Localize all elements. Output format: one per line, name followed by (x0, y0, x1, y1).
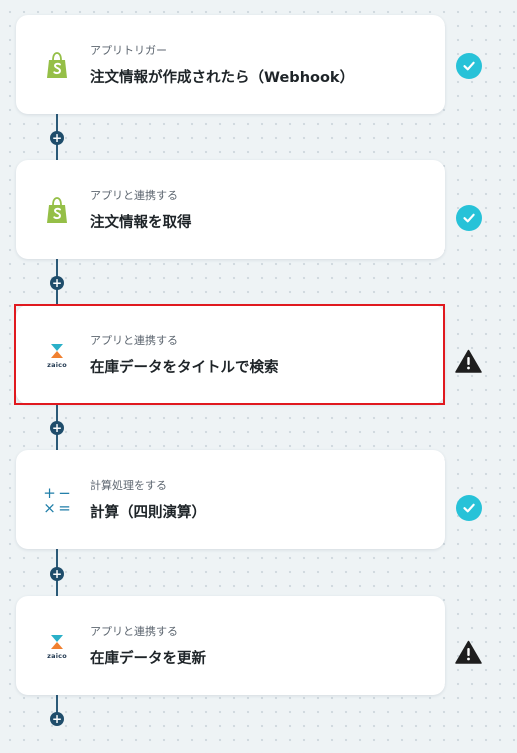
step-title: 在庫データをタイトルで検索 (90, 360, 279, 376)
step-card-calculation[interactable]: + − × = 計算処理をする 計算（四則演算） (16, 450, 445, 549)
status-complete (455, 204, 482, 231)
warning-icon (455, 349, 482, 373)
zaico-logo-text: zaico (47, 361, 67, 369)
shopify-icon (42, 196, 72, 226)
step-card-trigger[interactable]: アプリトリガー 注文情報が作成されたら（Webhook） (16, 15, 445, 114)
zaico-icon: zaico (42, 341, 72, 371)
step-category-label: アプリトリガー (90, 44, 167, 57)
step-card-get-order[interactable]: アプリと連携する 注文情報を取得 (16, 160, 445, 259)
check-icon (455, 52, 482, 79)
status-warning (455, 347, 482, 374)
status-warning (455, 638, 482, 665)
add-step-button[interactable]: + (50, 712, 64, 726)
status-complete (455, 494, 482, 521)
check-icon (455, 494, 482, 521)
warning-icon (455, 640, 482, 664)
step-title: 計算（四則演算） (90, 505, 206, 521)
step-title: 注文情報を取得 (90, 215, 192, 231)
step-title: 在庫データを更新 (90, 651, 206, 667)
equals-symbol: = (58, 499, 71, 517)
add-step-button[interactable]: + (50, 276, 64, 290)
zaico-logo-text: zaico (47, 652, 67, 660)
calculator-icon: + − × = (42, 486, 72, 516)
step-card-update-inventory[interactable]: zaico アプリと連携する 在庫データを更新 (16, 596, 445, 695)
add-step-button[interactable]: + (50, 421, 64, 435)
step-category-label: 計算処理をする (90, 479, 167, 492)
step-category-label: アプリと連携する (90, 189, 178, 202)
shopify-icon (42, 51, 72, 81)
workflow-canvas: + + + + + アプリトリガー 注文情報が作成されたら（Webhook） ア… (0, 0, 517, 753)
add-step-button[interactable]: + (50, 131, 64, 145)
check-icon (455, 204, 482, 231)
times-symbol: × (43, 499, 56, 517)
step-category-label: アプリと連携する (90, 625, 178, 638)
add-step-button[interactable]: + (50, 567, 64, 581)
step-card-search-inventory[interactable]: zaico アプリと連携する 在庫データをタイトルで検索 (16, 305, 445, 404)
step-title: 注文情報が作成されたら（Webhook） (90, 70, 355, 86)
step-category-label: アプリと連携する (90, 334, 178, 347)
zaico-icon: zaico (42, 632, 72, 662)
status-complete (455, 52, 482, 79)
